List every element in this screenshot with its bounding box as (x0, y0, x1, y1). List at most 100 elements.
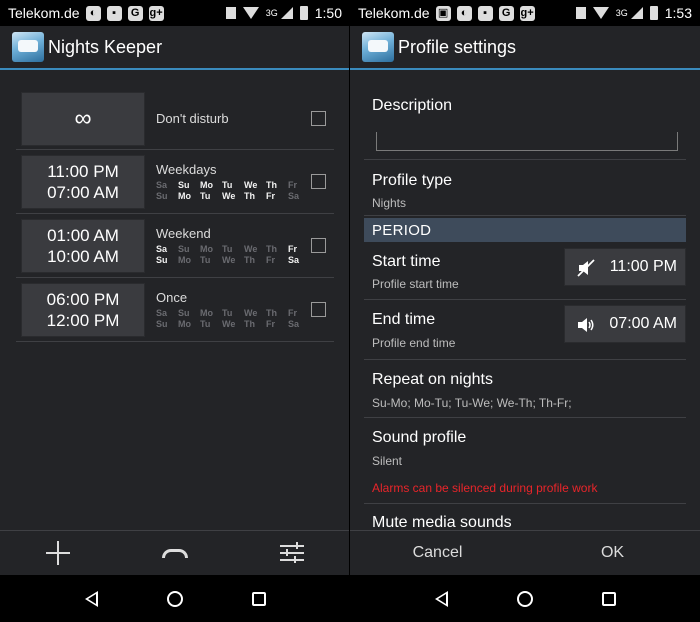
recent-apps-icon[interactable] (251, 591, 266, 606)
day-label: Su (178, 179, 190, 190)
signal-icon (280, 7, 293, 19)
day-label: Fr (288, 179, 297, 190)
day-label: Fr (266, 190, 275, 201)
network-type-label: 3G (265, 8, 278, 18)
profile-list: ∞ Don't disturb 11:00 PM 07:00 AM Weekdays… (16, 88, 334, 342)
recent-apps-icon[interactable] (601, 591, 616, 606)
screen-title: Profile settings (398, 36, 517, 57)
profile-type-value: Nights (372, 196, 407, 210)
add-icon (46, 541, 71, 565)
volume-muted-icon (577, 259, 595, 277)
home-icon[interactable] (516, 590, 533, 607)
day-label: Sa (156, 243, 168, 254)
day-label: Tu (222, 179, 233, 190)
vibrate-icon (575, 7, 586, 19)
day-label: Fr (266, 318, 275, 329)
profile-checkbox[interactable] (311, 302, 326, 317)
home-icon[interactable] (166, 590, 183, 607)
day-label: Sa (288, 254, 300, 265)
profile-start-time: 06:00 PM (46, 289, 120, 309)
trash-notification-icon: ▪ (106, 5, 122, 21)
profile-checkbox[interactable] (311, 238, 326, 253)
start-time-value: 11:00 PM (609, 258, 677, 275)
day-label: Su (156, 254, 168, 265)
end-time-button[interactable]: 07:00 AM (564, 305, 686, 343)
period-section-header: PERIOD (364, 218, 686, 242)
day-label: Sa (156, 179, 168, 190)
vibrate-icon (225, 7, 236, 19)
add-profile-button[interactable] (0, 531, 117, 575)
profile-checkbox[interactable] (311, 174, 326, 189)
description-setting: Description (364, 72, 686, 160)
volume-on-icon (578, 318, 594, 332)
profile-checkbox[interactable] (311, 111, 326, 126)
profile-time-button[interactable]: 06:00 PM 12:00 PM (21, 282, 145, 337)
day-label: We (244, 243, 258, 254)
profile-end-time: 10:00 AM (47, 246, 119, 266)
profile-time-button[interactable]: 01:00 AM 10:00 AM (21, 218, 145, 273)
profile-end-time: 07:00 AM (47, 182, 119, 202)
google-plus-icon: g+ (148, 5, 164, 21)
day-label: Mo (200, 243, 213, 254)
status-time: 1:50 (314, 5, 342, 21)
day-label: We (222, 254, 236, 265)
app-title: Nights Keeper (48, 36, 163, 57)
sound-profile-value: Silent (372, 454, 403, 468)
day-label: Mo (178, 318, 191, 329)
profile-row-dont-disturb[interactable]: ∞ Don't disturb (16, 88, 334, 150)
day-label: Su (178, 307, 190, 318)
profile-info: Don't disturb (156, 111, 334, 126)
status-bar: Telekom.de ▣ ◐ ▪ G g+ 3G 1:53 (350, 0, 700, 26)
start-time-button[interactable]: 11:00 PM (564, 248, 686, 286)
day-label: We (222, 318, 236, 329)
day-label: Tu (200, 190, 211, 201)
day-label: Mo (200, 307, 213, 318)
repeat-nights-setting[interactable]: Repeat on nights Su-Mo; Mo-Tu; Tu-We; We… (364, 360, 686, 418)
signal-icon (630, 7, 643, 19)
back-icon[interactable] (84, 590, 98, 607)
notification-icon: ◐ (456, 5, 472, 21)
app-icon[interactable] (362, 32, 394, 62)
phone-button[interactable] (117, 531, 234, 575)
start-time-setting[interactable]: Start time Profile start time 11:00 PM (364, 242, 686, 300)
navigation-bar (350, 575, 700, 622)
profile-type-setting[interactable]: Profile type Nights (364, 160, 686, 216)
end-time-value: 07:00 AM (609, 315, 677, 332)
day-label: Th (244, 190, 255, 201)
trash-notification-icon: ▪ (477, 5, 493, 21)
notification-icon: ◐ (85, 5, 101, 21)
description-label: Description (372, 97, 453, 114)
dialog-button-bar: Cancel OK (350, 530, 700, 575)
battery-icon (299, 6, 308, 20)
profile-row-once[interactable]: 06:00 PM 12:00 PM Once Sa Su Mo Tu We Th Fr Su Mo Tu… (16, 278, 334, 342)
profile-start-time: 01:00 AM (47, 225, 119, 245)
profile-settings-screen: Telekom.de ▣ ◐ ▪ G g+ 3G 1:53 Profile se… (350, 0, 700, 622)
description-field[interactable] (376, 132, 678, 151)
back-icon[interactable] (434, 590, 448, 607)
day-label: Su (156, 318, 168, 329)
day-label: Th (266, 179, 277, 190)
profile-info: Weekend Sa Su Mo Tu We Th Fr Su Mo Tu We Th Fr Sa (156, 226, 334, 266)
profile-name: Weekdays (156, 161, 217, 177)
profile-time-button[interactable]: ∞ (21, 91, 145, 146)
cancel-button[interactable]: Cancel (350, 531, 525, 575)
end-time-setting[interactable]: End time Profile end time 07:00 AM (364, 300, 686, 360)
profile-row-weekdays[interactable]: 11:00 PM 07:00 AM Weekdays Sa Su Mo Tu We Th Fr Su… (16, 150, 334, 214)
sound-profile-setting[interactable]: Sound profile Silent Alarms can be silen… (364, 418, 686, 504)
status-bar: Telekom.de ◐ ▪ G g+ 3G 1:50 (0, 0, 350, 26)
profile-time-button[interactable]: 11:00 PM 07:00 AM (21, 154, 145, 209)
carrier-label: Telekom.de (8, 5, 80, 21)
ok-button[interactable]: OK (525, 531, 700, 575)
battery-icon (649, 6, 658, 20)
profile-row-weekend[interactable]: 01:00 AM 10:00 AM Weekend Sa Su Mo Tu We Th Fr Su M… (16, 214, 334, 278)
sound-profile-warning: Alarms can be silenced during profile wo… (372, 481, 598, 495)
profile-name: Once (156, 289, 188, 305)
settings-button[interactable] (233, 531, 350, 575)
day-label: Th (244, 254, 255, 265)
network-type-label: 3G (615, 8, 628, 18)
status-icons: 3G 1:50 (225, 5, 342, 21)
day-label: Tu (222, 307, 233, 318)
bottom-toolbar (0, 530, 350, 575)
app-icon[interactable] (12, 32, 44, 62)
day-label: Fr (288, 307, 297, 318)
